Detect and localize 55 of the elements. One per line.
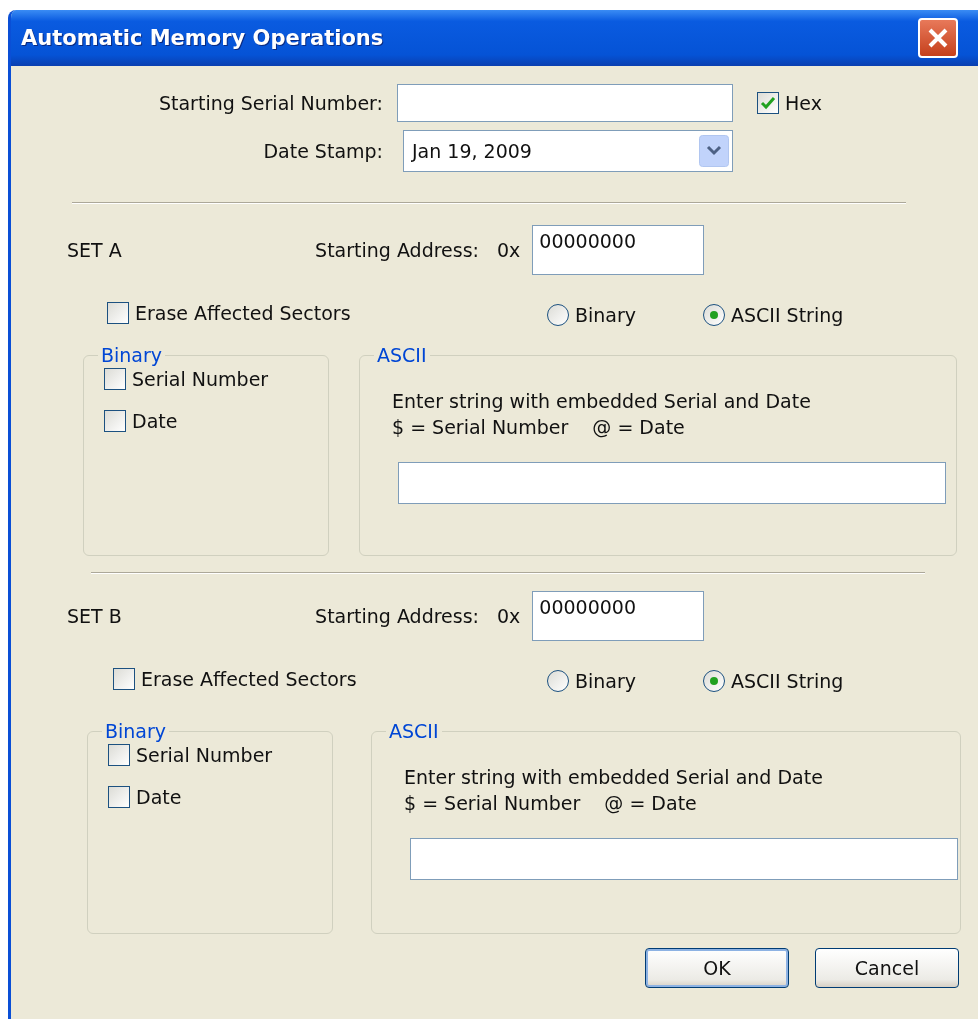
checkbox[interactable]	[113, 668, 135, 690]
checkmark-icon	[760, 94, 776, 111]
group-legend: ASCII	[386, 720, 442, 742]
instruction-text: $ = Serial Number @ = Date	[392, 415, 686, 440]
group-legend: Binary	[98, 344, 166, 366]
radio-dot-icon	[709, 676, 719, 686]
checkbox-label: Serial Number	[132, 368, 269, 390]
checkbox[interactable]	[104, 410, 126, 432]
radio-option[interactable]: Binary	[547, 670, 703, 692]
group-legend: Binary	[102, 720, 170, 742]
checkbox-label: Date	[132, 410, 178, 432]
close-icon	[927, 27, 949, 49]
radio-option[interactable]: Binary	[547, 304, 703, 326]
close-button[interactable]	[918, 18, 958, 58]
hex-prefix: 0x	[497, 605, 521, 627]
radio-option[interactable]: ASCII String	[703, 670, 844, 692]
radio-button[interactable]	[547, 670, 569, 692]
radio-option[interactable]: ASCII String	[703, 304, 844, 326]
ascii-string-field[interactable]	[410, 838, 958, 880]
option-checkbox[interactable]: Serial Number	[108, 744, 273, 766]
radio-button[interactable]	[703, 670, 725, 692]
checkbox-label: Hex	[785, 91, 822, 114]
option-checkbox[interactable]: Date	[104, 410, 178, 432]
hex-checkbox[interactable]: Hex	[757, 91, 822, 114]
address-label: Starting Address:	[314, 239, 479, 261]
date-stamp-label: Date Stamp:	[262, 140, 383, 162]
checkbox-label: Date	[136, 786, 182, 808]
serial-label: Starting Serial Number:	[157, 92, 383, 114]
set-title: SET A	[67, 239, 123, 261]
instruction-text: Enter string with embedded Serial and Date	[404, 765, 824, 790]
ok-button[interactable]: OK	[645, 948, 789, 988]
address-label: Starting Address:	[314, 605, 479, 627]
serial-field[interactable]	[397, 84, 733, 122]
set-title: SET B	[67, 605, 123, 627]
date-dropdown[interactable]: Jan 19, 2009	[403, 130, 733, 172]
checkbox-label: Serial Number	[136, 744, 273, 766]
option-checkbox[interactable]: Date	[108, 786, 182, 808]
radio-dot-icon	[709, 310, 719, 320]
cancel-button[interactable]: Cancel	[815, 948, 959, 988]
checkbox[interactable]	[108, 744, 130, 766]
option-checkbox[interactable]: Serial Number	[104, 368, 269, 390]
instruction-text: Enter string with embedded Serial and Date	[392, 389, 812, 414]
radio-button[interactable]	[547, 304, 569, 326]
address-field[interactable]: 00000000	[532, 591, 705, 641]
checkbox[interactable]	[108, 786, 130, 808]
address-field[interactable]: 00000000	[532, 225, 705, 275]
hex-prefix: 0x	[497, 239, 521, 261]
group-legend: ASCII	[374, 344, 430, 366]
instruction-text: $ = Serial Number @ = Date	[404, 791, 698, 816]
ascii-string-field[interactable]	[398, 462, 946, 504]
checkbox[interactable]	[757, 91, 779, 114]
checkbox[interactable]	[107, 302, 129, 324]
checkbox[interactable]	[104, 368, 126, 390]
radio-button[interactable]	[703, 304, 725, 326]
window-title: Automatic Memory Operations	[21, 26, 384, 50]
